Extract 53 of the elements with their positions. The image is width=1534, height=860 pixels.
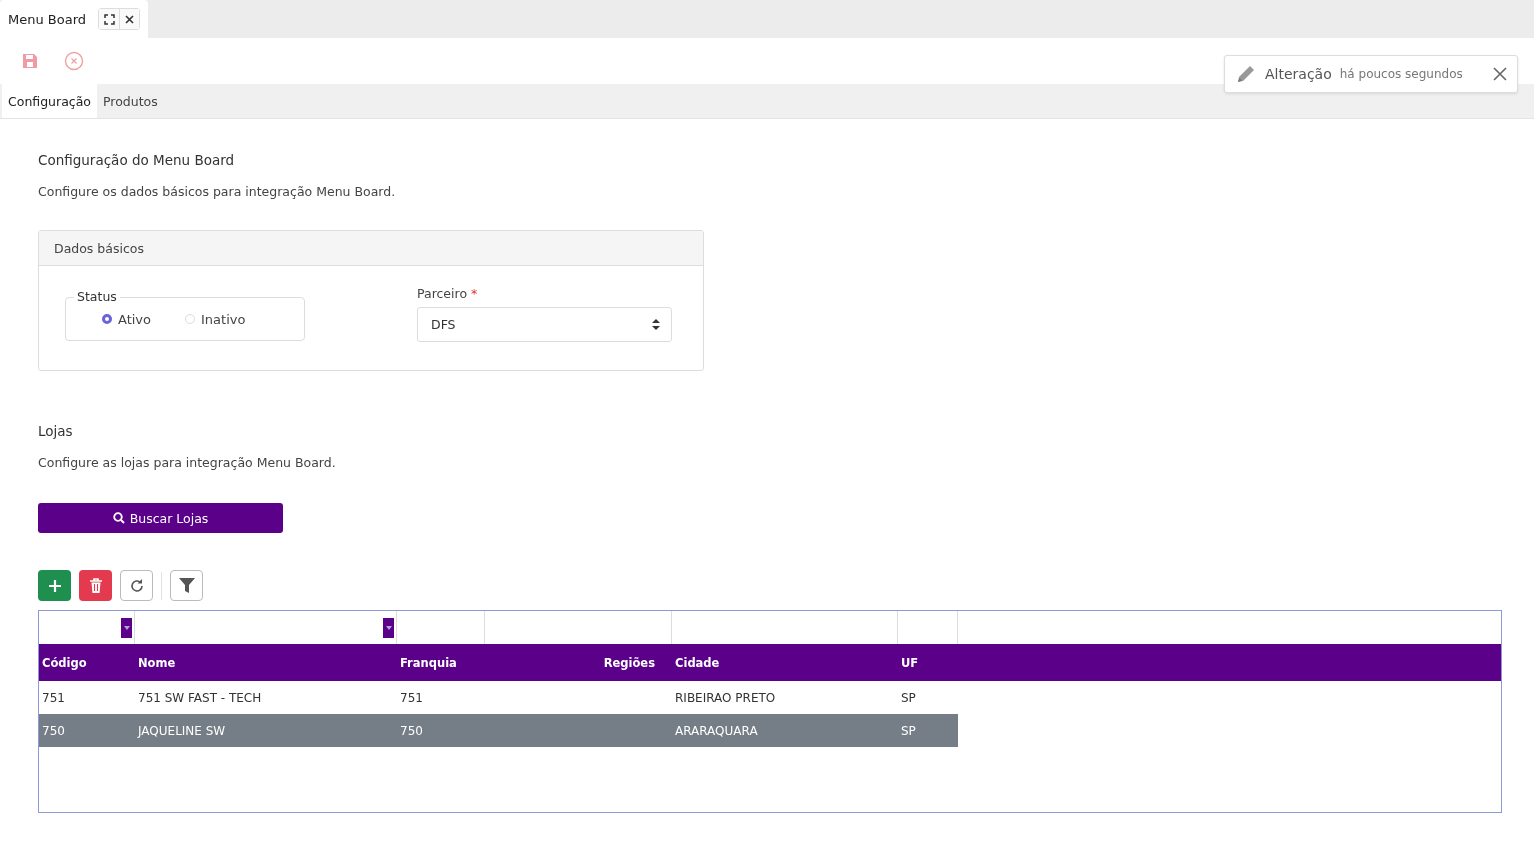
section-title: Lojas [38,423,74,439]
table-cell-text: RIBEIRAO PRETO [674,689,777,707]
filter-icon [178,578,195,593]
field-label: Parceiro * [417,286,479,301]
table-row[interactable]: 751 751 SW FAST - TECH 751 RIBEIRAO PRETO SP [39,681,958,714]
table-cell-text: 750 [399,722,424,740]
column-header[interactable]: Franquia [397,644,485,681]
search-stores-button[interactable]: Buscar Lojas [38,503,283,533]
add-button[interactable] [38,570,71,601]
card-header: Dados básicos [39,231,703,266]
radio-option[interactable]: Ativo [102,311,152,327]
delete-button[interactable] [79,570,112,601]
filter-button[interactable] [170,570,203,601]
section-description: Configure os dados básicos para integração Menu Board. [38,184,397,199]
notification-time: há poucos segundos [1339,67,1463,81]
table-cell-text: 751 SW FAST - TECH [137,689,263,707]
tab[interactable]: Configuração [2,84,97,118]
close-icon[interactable] [1493,67,1507,81]
pencil-icon [1235,63,1257,85]
dropdown-icon[interactable] [121,618,132,638]
section-description: Configure as lojas para integração Menu Board. [38,455,337,470]
plus-icon [47,578,62,593]
column-header[interactable]: Regiões [485,644,672,681]
refresh-icon [128,577,145,594]
tab[interactable]: Produtos [97,84,164,118]
table-cell-text: 751 [41,689,66,707]
table-cell-text: 750 [41,722,66,740]
search-icon [112,512,125,524]
table-cell-text: ARARAQUARA [674,722,759,740]
column-header[interactable]: Cidade [672,644,898,681]
window-title: Menu Board [8,11,87,27]
table-cell-text: SP [900,722,917,740]
close-icon [125,14,135,24]
column-header[interactable]: Código [39,644,135,681]
table-row[interactable]: 750 JAQUELINE SW 750 ARARAQUARA SP [39,714,958,747]
section-title: Configuração do Menu Board [38,152,236,168]
table-cell-text: 751 [399,689,424,707]
partner-select[interactable]: DFS [417,307,672,342]
radio-option[interactable]: Inativo [185,311,246,327]
close-button[interactable] [119,9,140,29]
maximize-button[interactable] [99,9,120,29]
dropdown-icon[interactable] [383,618,394,638]
table-cell-text: JAQUELINE SW [136,722,227,740]
sort-arrows-icon [652,319,660,330]
column-header[interactable]: Nome [135,644,397,681]
trash-icon [88,577,103,594]
radio-button[interactable] [102,314,112,324]
refresh-button[interactable] [120,570,153,601]
column-header[interactable]: UF [898,644,958,681]
expand-icon [103,13,115,25]
table-cell-text: SP [900,689,917,707]
notification-title: Alteração [1265,66,1332,82]
fieldset-legend: Status [74,289,120,304]
